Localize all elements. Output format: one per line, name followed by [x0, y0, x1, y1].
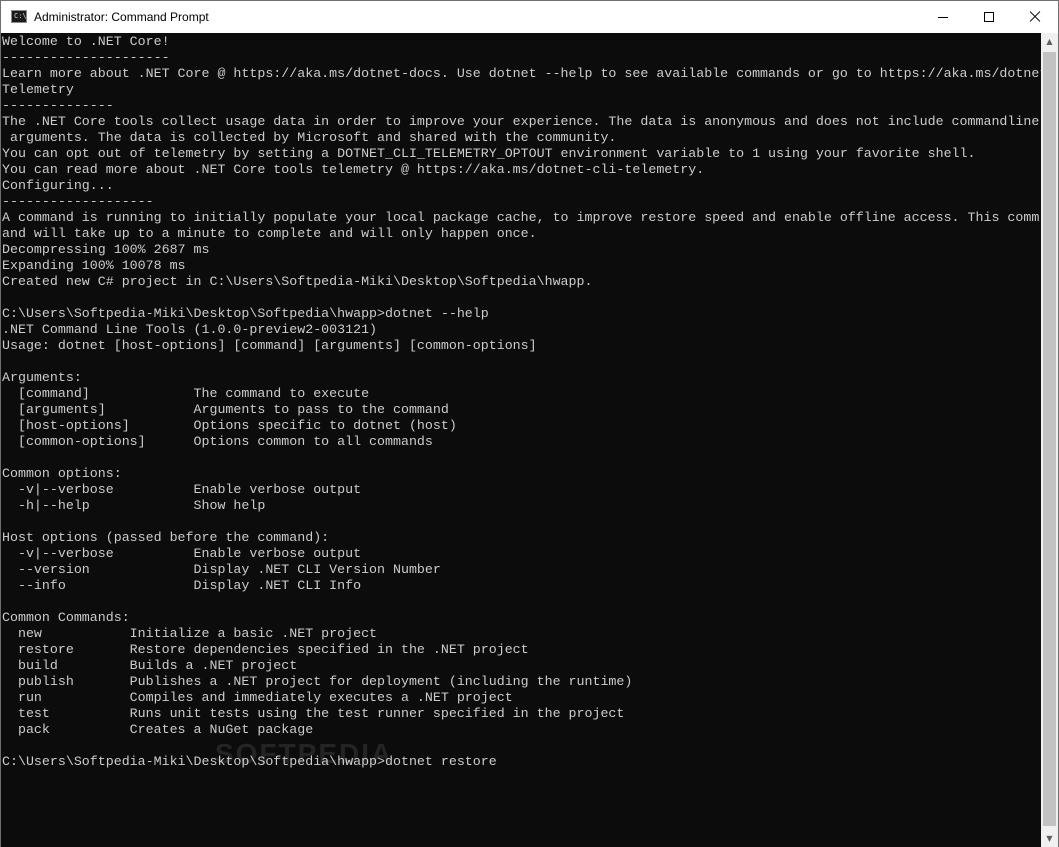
- cmd-icon[interactable]: C:\: [11, 10, 27, 23]
- minimize-button[interactable]: [920, 1, 966, 33]
- scroll-thumb[interactable]: [1043, 52, 1056, 826]
- window-title: Administrator: Command Prompt: [34, 10, 209, 24]
- vertical-scrollbar[interactable]: ▲ ▼: [1041, 33, 1058, 847]
- scroll-down-arrow-icon[interactable]: ▼: [1041, 830, 1058, 847]
- console-text: Welcome to .NET Core! ------------------…: [2, 34, 1041, 769]
- maximize-icon: [984, 12, 994, 22]
- title-bar[interactable]: C:\ Administrator: Command Prompt: [1, 1, 1058, 33]
- scroll-up-arrow-icon[interactable]: ▲: [1041, 33, 1058, 50]
- minimize-icon: [938, 17, 948, 18]
- console-output-area[interactable]: Welcome to .NET Core! ------------------…: [1, 33, 1041, 847]
- close-button[interactable]: [1012, 1, 1058, 33]
- close-icon: [1030, 12, 1040, 22]
- command-prompt-window: C:\ Administrator: Command Prompt Welcom…: [0, 0, 1059, 847]
- maximize-button[interactable]: [966, 1, 1012, 33]
